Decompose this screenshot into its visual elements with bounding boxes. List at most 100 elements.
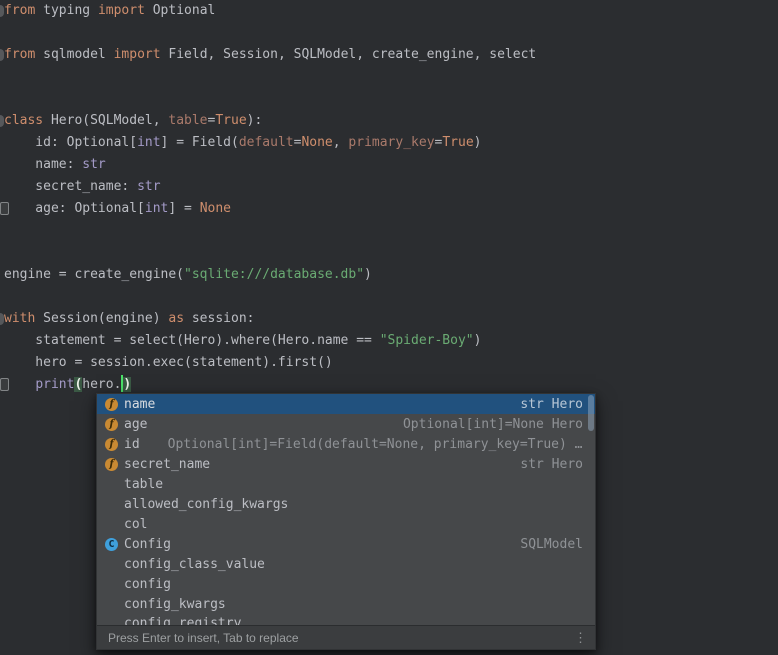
completion-item-type-hint: SQLModel: [520, 537, 583, 552]
completion-item-label: id: [124, 437, 140, 452]
completion-item-type-hint: str Hero: [520, 457, 583, 472]
code-token: statement = select(Hero).where(Hero.name…: [4, 333, 380, 348]
code-token: "sqlite:///database.db": [184, 267, 364, 282]
code-token: id: Optional[: [4, 135, 137, 150]
completion-item-col[interactable]: col: [97, 514, 595, 534]
completion-item-label: Config: [124, 537, 171, 552]
class-icon: C: [105, 538, 118, 551]
code-line[interactable]: name: str: [4, 154, 778, 176]
completion-hint-text: Press Enter to insert, Tab to replace: [108, 631, 299, 645]
completion-item-label: name: [124, 397, 155, 412]
completion-popup: fnamestr HerofageOptional[int]=None Hero…: [96, 393, 596, 650]
code-line[interactable]: with Session(engine) as session:: [4, 308, 778, 330]
completion-list: fnamestr HerofageOptional[int]=None Hero…: [97, 394, 595, 625]
completion-item-table[interactable]: table: [97, 474, 595, 494]
completion-popup-footer: Press Enter to insert, Tab to replace ⋮: [97, 625, 595, 649]
code-token: engine = create_engine(: [4, 267, 184, 282]
code-token: str: [137, 179, 160, 194]
completion-item-label: col: [124, 517, 147, 532]
field-icon: f: [105, 418, 118, 431]
code-token: ,: [333, 135, 349, 150]
code-token: Field, Session, SQLModel, create_engine,…: [161, 47, 537, 62]
completion-item-label: config_kwargs: [124, 597, 226, 612]
code-token: int: [145, 201, 168, 216]
code-token: ):: [247, 113, 263, 128]
code-line[interactable]: [4, 220, 778, 242]
gutter-bookmark-icon[interactable]: [0, 202, 9, 215]
code-token: None: [301, 135, 332, 150]
code-line[interactable]: id: Optional[int] = Field(default=None, …: [4, 132, 778, 154]
code-token: import: [98, 3, 145, 18]
completion-item-label: config_registry: [124, 614, 241, 625]
code-line[interactable]: secret_name: str: [4, 176, 778, 198]
field-icon: f: [105, 438, 118, 451]
code-line[interactable]: [4, 242, 778, 264]
completion-item-label: secret_name: [124, 457, 210, 472]
code-line[interactable]: from typing import Optional: [4, 0, 778, 22]
completion-item-name[interactable]: fname str Hero: [97, 394, 595, 414]
code-line[interactable]: [4, 66, 778, 88]
code-token: Session(engine): [35, 311, 168, 326]
completion-item-config[interactable]: config: [97, 574, 595, 594]
code-token: str: [82, 157, 105, 172]
code-token: typing: [35, 3, 98, 18]
completion-item-id[interactable]: fid Optional[int]=Field(default=None, pri…: [97, 434, 595, 454]
code-line[interactable]: statement = select(Hero).where(Hero.name…: [4, 330, 778, 352]
completion-item-config_class_value[interactable]: config_class_value: [97, 554, 595, 574]
code-token: Hero(SQLModel,: [43, 113, 168, 128]
code-token: as: [168, 311, 184, 326]
code-token: Optional: [145, 3, 215, 18]
code-token: ): [474, 333, 482, 348]
code-line[interactable]: [4, 88, 778, 110]
code-token: table: [168, 113, 207, 128]
code-token: print: [35, 377, 74, 392]
code-token: ): [474, 135, 482, 150]
code-token: from: [4, 47, 35, 62]
completion-item-type-hint: str Hero: [520, 397, 583, 412]
code-line[interactable]: age: Optional[int] = None: [4, 198, 778, 220]
code-token: True: [215, 113, 246, 128]
completion-item-type-hint: Optional[int]=None Hero: [403, 417, 583, 432]
completion-item-allowed_config_kwargs[interactable]: allowed_config_kwargs: [97, 494, 595, 514]
popup-scrollbar-thumb[interactable]: [588, 395, 594, 431]
field-icon: f: [105, 398, 118, 411]
code-line[interactable]: from sqlmodel import Field, Session, SQL…: [4, 44, 778, 66]
completion-item-label: age: [124, 417, 147, 432]
code-token: hero = session.exec(statement).first(): [4, 355, 333, 370]
completion-item-label: config_class_value: [124, 557, 265, 572]
code-line[interactable]: [4, 286, 778, 308]
code-token: primary_key: [348, 135, 434, 150]
completion-item-config_kwargs[interactable]: config_kwargs: [97, 594, 595, 614]
code-token: import: [114, 47, 161, 62]
code-token: secret_name:: [4, 179, 137, 194]
code-token: with: [4, 311, 35, 326]
completion-item-age[interactable]: fage Optional[int]=None Hero: [97, 414, 595, 434]
code-token: hero.: [82, 377, 121, 392]
completion-item-Config[interactable]: C Config SQLModel: [97, 534, 595, 554]
code-token: age: Optional[: [4, 201, 145, 216]
completion-item-config_registry[interactable]: config_registry: [97, 614, 595, 625]
code-token: session:: [184, 311, 254, 326]
code-token: ] =: [168, 201, 199, 216]
code-token: int: [137, 135, 160, 150]
code-token: True: [442, 135, 473, 150]
code-token: ] = Field(: [161, 135, 239, 150]
completion-item-label: config: [124, 577, 171, 592]
code-token: name:: [4, 157, 82, 172]
code-token: class: [4, 113, 43, 128]
kebab-menu-icon[interactable]: ⋮: [574, 631, 587, 644]
code-line[interactable]: class Hero(SQLModel, table=True):: [4, 110, 778, 132]
completion-item-signature: Optional[int]=Field(default=None, primar…: [168, 437, 583, 452]
code-token: "Spider-Boy": [380, 333, 474, 348]
code-token: ): [123, 377, 131, 392]
code-token: None: [200, 201, 231, 216]
code-token: ): [364, 267, 372, 282]
code-token: sqlmodel: [35, 47, 113, 62]
code-line[interactable]: engine = create_engine("sqlite:///databa…: [4, 264, 778, 286]
gutter-bookmark-icon[interactable]: [0, 378, 9, 391]
code-line[interactable]: hero = session.exec(statement).first(): [4, 352, 778, 374]
completion-item-label: allowed_config_kwargs: [124, 497, 288, 512]
completion-item-secret_name[interactable]: fsecret_namestr Hero: [97, 454, 595, 474]
code-line[interactable]: [4, 22, 778, 44]
code-token: from: [4, 3, 35, 18]
